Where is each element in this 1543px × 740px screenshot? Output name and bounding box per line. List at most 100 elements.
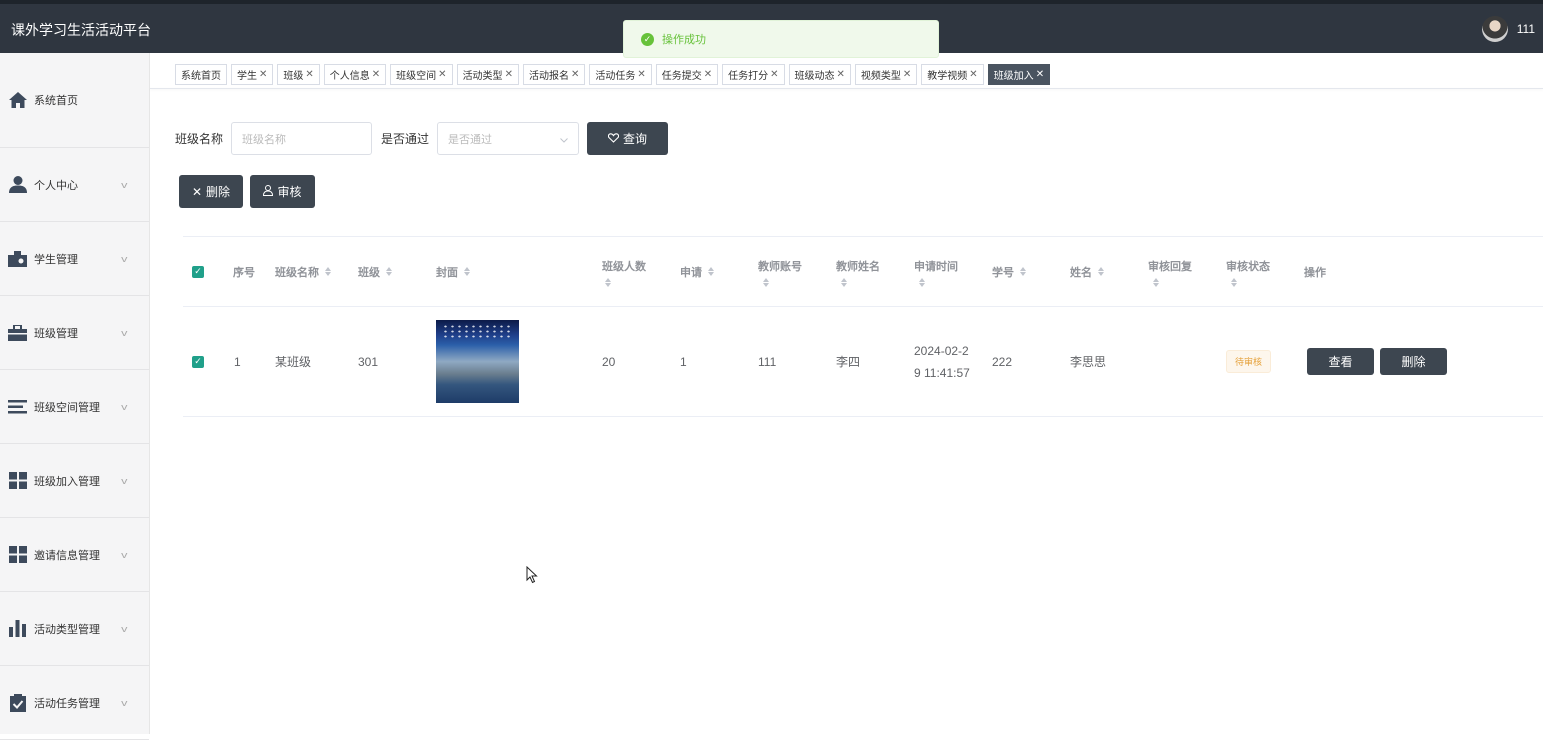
clipboard-icon (8, 693, 27, 712)
chevron-down-icon: v (121, 697, 128, 708)
tab-teaching-video[interactable]: 教学视频 ✕ (921, 64, 984, 85)
sort-icon (464, 267, 471, 276)
row-checkbox[interactable]: ✓ (192, 307, 204, 416)
close-icon[interactable]: ✕ (1036, 69, 1044, 80)
sidebar-item-activity-type-management[interactable]: 活动类型管理 v (0, 592, 149, 666)
close-icon[interactable]: ✕ (259, 69, 267, 80)
person-icon (8, 176, 27, 193)
success-toast: ✓ 操作成功 (623, 20, 939, 58)
heart-icon (607, 132, 620, 146)
id-card-icon (8, 250, 27, 267)
sidebar-item-personal-center[interactable]: 个人中心 v (0, 148, 149, 222)
cell-apply-time: 2024-02-2 9 11:41:57 (914, 343, 970, 380)
cell-cover[interactable] (436, 307, 519, 416)
tab-class-space[interactable]: 班级空间 ✕ (390, 64, 453, 85)
close-icon[interactable]: ✕ (571, 69, 579, 80)
passed-select[interactable]: 是否通过 (437, 122, 580, 155)
sidebar-item-class-join-management[interactable]: 班级加入管理 v (0, 444, 149, 518)
tab-personal-info[interactable]: 个人信息 ✕ (323, 64, 387, 85)
sidebar-item-label: 班级加入管理 (34, 475, 100, 488)
grid-icon (8, 472, 27, 489)
column-header-cover[interactable]: 封面 (436, 237, 471, 306)
tab-activity-type[interactable]: 活动类型 ✕ (456, 64, 519, 85)
close-icon[interactable]: ✕ (505, 69, 513, 80)
briefcase-icon (8, 324, 27, 341)
action-bar: ✕ 删除 审核 (179, 175, 315, 208)
row-delete-button[interactable]: 删除 (1380, 348, 1447, 375)
sidebar-item-student-management[interactable]: 学生管理 v (0, 222, 149, 296)
cell-operation: 查看 删除 (1307, 307, 1447, 416)
close-icon[interactable]: ✕ (770, 69, 778, 80)
tab-activity-task[interactable]: 活动任务 ✕ (589, 64, 652, 85)
select-all-checkbox[interactable]: ✓ (192, 237, 204, 306)
close-icon[interactable]: ✕ (372, 69, 380, 80)
tab-class[interactable]: 班级 ✕ (277, 64, 320, 85)
sidebar-item-label: 学生管理 (34, 253, 78, 266)
column-header-teacher-name[interactable]: 教师姓名 (836, 237, 880, 306)
tab-video-type[interactable]: 视频类型 ✕ (854, 64, 918, 85)
column-header-review-reply[interactable]: 审核回复 (1148, 237, 1192, 306)
close-icon[interactable]: ✕ (438, 69, 446, 80)
cell-name: 李思思 (1070, 355, 1107, 369)
column-header-apply[interactable]: 申请 (680, 237, 715, 306)
close-icon[interactable]: ✕ (969, 69, 977, 80)
data-table: ✓ 序号 班级名称 班级 封面 班级人数 申请 教师账号 教师姓名 申请时间 学… (183, 236, 1543, 417)
column-header-student-no[interactable]: 学号 (992, 237, 1027, 306)
mouse-cursor-icon (526, 565, 538, 584)
cell-class-size: 20 (602, 354, 616, 369)
app-title: 课外学习生活活动平台 (11, 22, 151, 38)
table-header-row: ✓ 序号 班级名称 班级 封面 班级人数 申请 教师账号 教师姓名 申请时间 学… (183, 237, 1543, 307)
tab-task-submit[interactable]: 任务提交 ✕ (655, 64, 719, 85)
column-header-class-size[interactable]: 班级人数 (602, 237, 646, 306)
sort-icon (605, 278, 612, 287)
sort-icon (763, 278, 770, 287)
sidebar-item-invite-management[interactable]: 邀请信息管理 v (0, 518, 149, 592)
close-icon[interactable]: ✕ (305, 69, 313, 80)
column-header-apply-time[interactable]: 申请时间 (914, 237, 958, 306)
sidebar-item-class-space-management[interactable]: 班级空间管理 v (0, 370, 149, 444)
close-icon[interactable]: ✕ (903, 69, 911, 80)
sort-icon (386, 267, 393, 276)
avatar[interactable] (1481, 16, 1508, 42)
class-name-label: 班级名称 (175, 132, 224, 146)
tab-activity-signup[interactable]: 活动报名 ✕ (522, 64, 586, 85)
column-header-name[interactable]: 姓名 (1070, 237, 1105, 306)
list-icon (8, 398, 27, 415)
sidebar-item-label: 邀请信息管理 (34, 549, 100, 562)
search-form: 班级名称 班级名称 是否通过 是否通过 查询 (175, 122, 669, 155)
column-header-index: 序号 (233, 266, 255, 279)
sort-icon (1098, 267, 1105, 276)
column-header-class[interactable]: 班级 (358, 237, 393, 306)
sort-icon (708, 267, 715, 276)
tab-class-news[interactable]: 班级动态 ✕ (788, 64, 851, 85)
tab-student[interactable]: 学生 ✕ (231, 64, 274, 85)
close-icon[interactable]: ✕ (704, 69, 712, 80)
cover-image[interactable] (436, 320, 519, 403)
class-name-input[interactable]: 班级名称 (231, 122, 373, 155)
tab-task-score[interactable]: 任务打分 ✕ (722, 64, 785, 85)
column-header-class-name[interactable]: 班级名称 (275, 237, 332, 306)
cell-class-name: 某班级 (275, 355, 312, 369)
user-name[interactable]: 111 (1517, 22, 1535, 36)
grid-icon (8, 546, 27, 563)
sidebar-item-class-management[interactable]: 班级管理 v (0, 296, 149, 370)
close-icon[interactable]: ✕ (837, 69, 845, 80)
column-header-review-status[interactable]: 审核状态 (1226, 237, 1270, 306)
sidebar-item-home[interactable]: 系统首页 (0, 53, 149, 148)
close-icon[interactable]: ✕ (637, 69, 645, 80)
column-header-teacher-account[interactable]: 教师账号 (758, 237, 802, 306)
tab-home[interactable]: 系统首页 (175, 64, 227, 85)
chevron-down-icon: v (121, 475, 128, 486)
cell-apply: 1 (680, 354, 687, 369)
cell-teacher-account: 111 (758, 354, 777, 369)
batch-delete-button[interactable]: ✕ 删除 (179, 175, 243, 208)
sidebar-item-label: 班级管理 (34, 327, 78, 340)
sidebar-item-activity-task-management[interactable]: 活动任务管理 v (0, 666, 149, 740)
review-button[interactable]: 审核 (250, 175, 315, 208)
user-menu[interactable]: 111 (1481, 16, 1535, 42)
chevron-down-icon (560, 134, 568, 146)
view-button[interactable]: 查看 (1307, 348, 1374, 375)
query-button[interactable]: 查询 (587, 122, 669, 155)
cell-teacher-name: 李四 (836, 355, 861, 369)
tab-class-join[interactable]: 班级加入 ✕ (987, 64, 1051, 85)
